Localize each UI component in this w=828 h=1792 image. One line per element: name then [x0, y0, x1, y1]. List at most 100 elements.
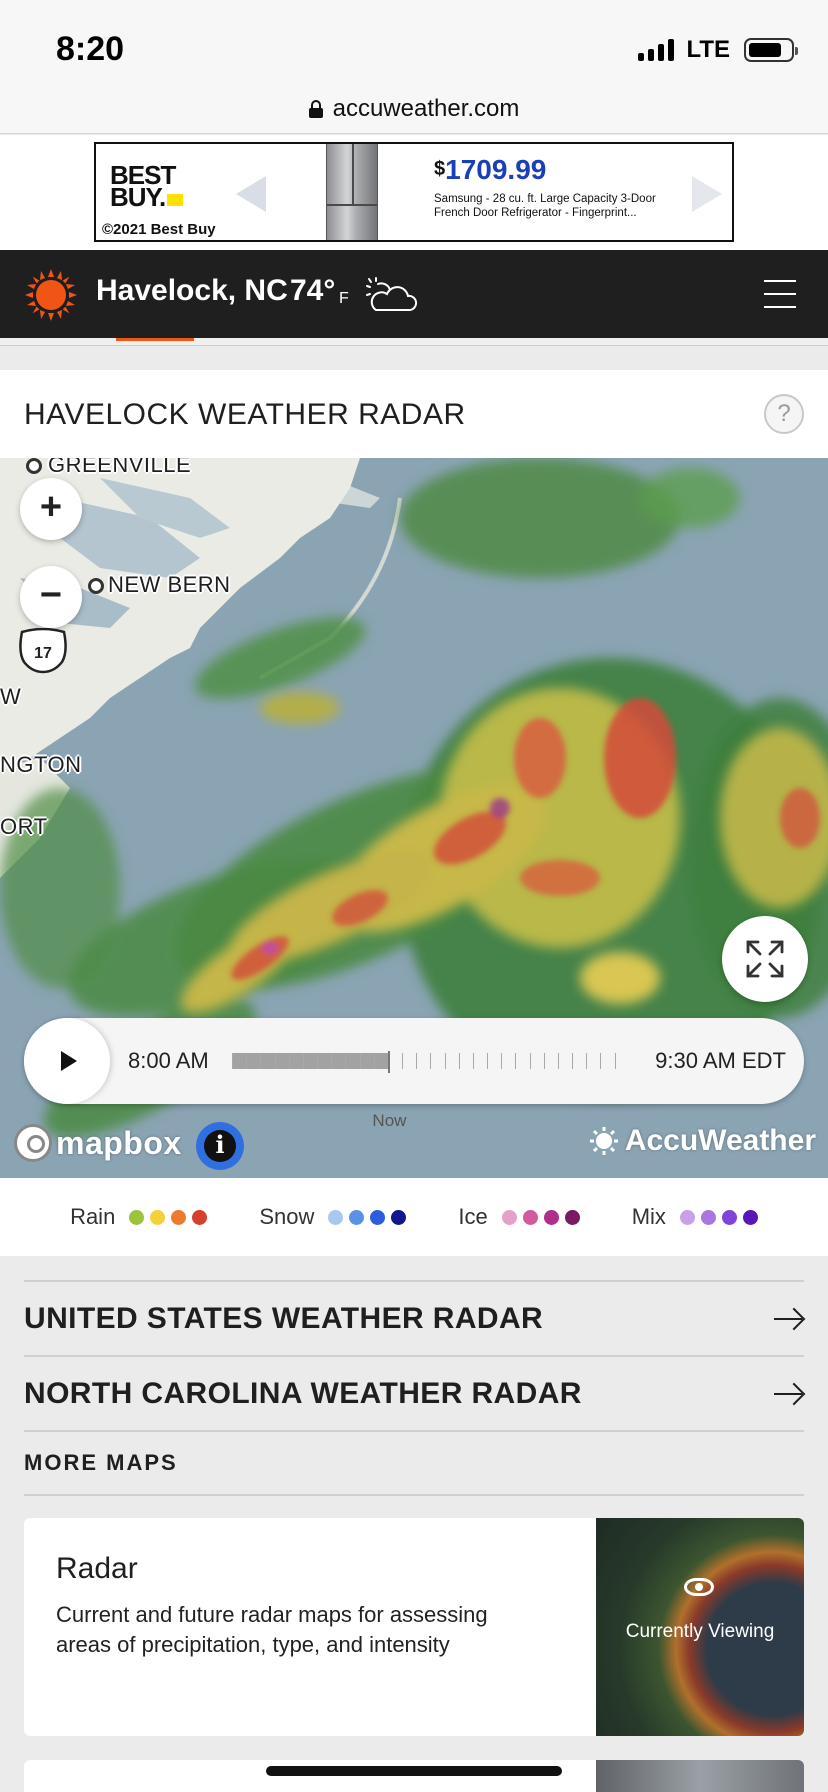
- legend-group-snow: Snow: [259, 1204, 407, 1230]
- location-name[interactable]: Havelock, NC: [96, 274, 288, 308]
- timeline-tick: [614, 1053, 616, 1069]
- map-card-radar[interactable]: Radar Current and future radar maps for …: [24, 1518, 804, 1736]
- legend-color-dot: [522, 1209, 538, 1225]
- timeline-tick: [430, 1053, 432, 1069]
- subnav-strip: [0, 338, 828, 346]
- url-text: accuweather.com: [332, 94, 520, 122]
- mapbox-text: mapbox: [56, 1124, 182, 1161]
- current-temperature: 74°: [290, 274, 336, 307]
- legend-label: Rain: [70, 1204, 116, 1229]
- legend-color-dot: [150, 1209, 166, 1225]
- legend-color-dot: [328, 1209, 344, 1225]
- ad-banner[interactable]: BEST BUY. ©2021 Best Buy $1709.99 Samsun…: [94, 142, 734, 242]
- now-marker: [388, 1051, 391, 1073]
- timeline-tick: [359, 1053, 361, 1069]
- highway-shield-icon: 17: [19, 628, 67, 674]
- mapbox-icon: [14, 1124, 52, 1162]
- bestbuy-logo: BEST BUY.: [110, 162, 184, 210]
- address-bar[interactable]: accuweather.com: [0, 84, 828, 134]
- more-maps-heading: MORE MAPS: [24, 1430, 804, 1496]
- lock-icon: [308, 99, 323, 118]
- now-label: Now: [372, 1111, 407, 1130]
- timeline-tick: [572, 1053, 574, 1069]
- ad-currency: $: [434, 158, 446, 180]
- timeline-ticks: [232, 1053, 616, 1069]
- radar-timeline[interactable]: 8:00 AM Now 9:30 AM EDT: [24, 1018, 804, 1130]
- legend-color-dot: [129, 1209, 145, 1225]
- accuweather-watermark: AccuWeather: [589, 1124, 816, 1158]
- legend-color-dot: [700, 1209, 716, 1225]
- accuweather-sun-icon[interactable]: [24, 268, 78, 322]
- card-thumbnail: Currently Viewing: [596, 1518, 804, 1736]
- eye-icon: [684, 1578, 714, 1596]
- legend-color-dot: [349, 1209, 365, 1225]
- timeline-tick: [600, 1053, 602, 1069]
- legend-color-dot: [192, 1209, 208, 1225]
- logo-line-2: BUY.: [110, 182, 166, 212]
- timeline-tick: [444, 1053, 446, 1069]
- timeline-tick: [232, 1053, 233, 1069]
- hamburger-menu-icon[interactable]: [764, 280, 796, 308]
- arrow-right-icon: [774, 1308, 804, 1330]
- timeline-tick: [557, 1053, 559, 1069]
- ad-copyright: ©2021 Best Buy: [102, 221, 216, 238]
- timeline-tick: [345, 1053, 347, 1069]
- legend-color-dot: [543, 1209, 559, 1225]
- zoom-out-button[interactable]: −: [20, 566, 82, 628]
- site-header: Havelock, NC 74° F: [0, 250, 828, 338]
- map-label-partial-ington: NGTON: [0, 752, 82, 777]
- watermark-text: AccuWeather: [624, 1124, 816, 1157]
- legend-group-ice: Ice: [458, 1204, 580, 1230]
- legend-color-dot: [370, 1209, 386, 1225]
- link-label: UNITED STATES WEATHER RADAR: [24, 1301, 544, 1335]
- expand-icon: [746, 940, 784, 978]
- temperature-unit: F: [339, 290, 349, 307]
- status-bar: 8:20 LTE: [0, 0, 828, 92]
- link-north-carolina-radar[interactable]: NORTH CAROLINA WEATHER RADAR: [24, 1355, 804, 1430]
- timeline-tick: [260, 1053, 262, 1069]
- legend-color-dot: [742, 1209, 758, 1225]
- help-button[interactable]: ?: [764, 394, 804, 434]
- ad-prev-arrow-icon[interactable]: [236, 176, 266, 212]
- fullscreen-button[interactable]: [722, 916, 808, 1002]
- legend-group-rain: Rain: [70, 1204, 208, 1230]
- legend-group-mix: Mix: [632, 1204, 758, 1230]
- legend-color-dot: [391, 1209, 407, 1225]
- network-type: LTE: [686, 36, 730, 63]
- map-label-partial-ort: ORT: [0, 814, 48, 839]
- map-card-next[interactable]: [24, 1760, 804, 1792]
- signal-icon: [638, 39, 675, 61]
- timeline-scrubber[interactable]: Now: [232, 1051, 616, 1130]
- map-label-greenville: GREENVILLE: [48, 458, 192, 477]
- legend-color-dot: [679, 1209, 695, 1225]
- legend-label: Ice: [458, 1204, 488, 1229]
- timeline-tick: [402, 1053, 404, 1069]
- timeline-tick: [302, 1053, 304, 1069]
- active-tab-indicator: [116, 338, 194, 341]
- link-label: NORTH CAROLINA WEATHER RADAR: [24, 1376, 582, 1410]
- info-icon: i: [215, 1130, 225, 1159]
- timeline-tick: [246, 1053, 248, 1069]
- timeline-tick: [515, 1053, 517, 1069]
- ad-container: BEST BUY. ©2021 Best Buy $1709.99 Samsun…: [0, 135, 828, 250]
- zoom-in-button[interactable]: +: [20, 478, 82, 540]
- timeline-tick: [487, 1053, 489, 1069]
- attribution-info-button[interactable]: i: [196, 1122, 244, 1170]
- timeline-tick: [458, 1053, 460, 1069]
- card-description: Current and future radar maps for assess…: [56, 1602, 488, 1657]
- play-button[interactable]: [24, 1018, 110, 1104]
- ad-next-arrow-icon[interactable]: [692, 176, 722, 212]
- new-bern-marker: [88, 578, 104, 594]
- legend-color-dot: [501, 1209, 517, 1225]
- radar-map[interactable]: GREENVILLE NEW BERN W NGTON ORT + − 17 8…: [0, 458, 828, 1178]
- map-label-partial-w: W: [0, 684, 22, 709]
- timeline-tick: [373, 1053, 375, 1069]
- precipitation-legend: Rain Snow Ice Mix: [0, 1178, 828, 1256]
- legend-label: Snow: [259, 1204, 315, 1229]
- timeline-tick: [529, 1053, 531, 1069]
- timeline-tick: [288, 1053, 290, 1069]
- mapbox-logo[interactable]: mapbox: [14, 1124, 182, 1162]
- link-united-states-radar[interactable]: UNITED STATES WEATHER RADAR: [24, 1280, 804, 1355]
- legend-color-dot: [721, 1209, 737, 1225]
- timeline-tick: [274, 1053, 276, 1069]
